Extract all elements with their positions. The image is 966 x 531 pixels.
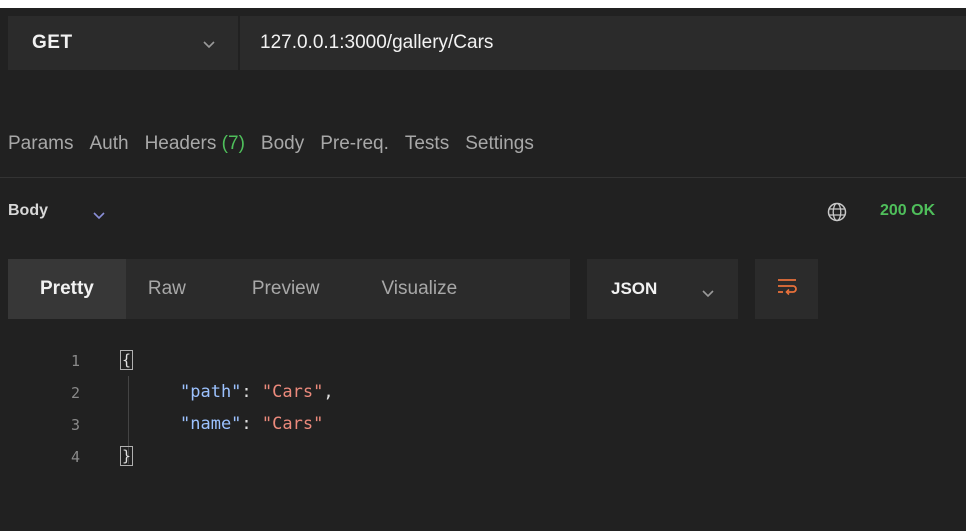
request-tabs: Params Auth Headers (7) Body Pre-req. Te… bbox=[0, 128, 534, 160]
json-value: "Cars" bbox=[261, 382, 324, 402]
view-tab-pretty[interactable]: Pretty bbox=[8, 259, 126, 319]
format-label: JSON bbox=[611, 279, 658, 298]
json-value: "Cars" bbox=[261, 414, 324, 434]
code-line: 1 { bbox=[0, 348, 966, 378]
method-select[interactable]: GET bbox=[8, 16, 240, 70]
code-line-text: "path": "Cars", bbox=[180, 382, 334, 402]
status-badge[interactable]: 200 OK bbox=[880, 202, 935, 220]
url-input[interactable]: 127.0.0.1:3000/gallery/Cars bbox=[260, 16, 493, 70]
view-tab-raw[interactable]: Raw bbox=[126, 259, 208, 319]
chevron-down-icon bbox=[701, 286, 715, 304]
format-select[interactable]: JSON bbox=[587, 259, 738, 319]
line-number: 3 bbox=[70, 416, 80, 434]
json-key: "name" bbox=[180, 414, 242, 434]
code-line-text: } bbox=[120, 446, 134, 466]
open-brace[interactable]: { bbox=[120, 350, 134, 370]
wrap-lines-icon bbox=[776, 277, 798, 302]
close-brace[interactable]: } bbox=[120, 446, 134, 466]
tab-headers-label: Headers bbox=[144, 133, 217, 154]
wrap-lines-button[interactable] bbox=[755, 259, 818, 319]
code-line: 4 } bbox=[0, 444, 966, 474]
chevron-down-icon bbox=[202, 37, 216, 55]
api-client-window: GET 127.0.0.1:3000/gallery/Cars Params A… bbox=[0, 8, 966, 531]
method-label: GET bbox=[32, 32, 73, 53]
tab-params[interactable]: Params bbox=[8, 133, 73, 155]
tab-body[interactable]: Body bbox=[261, 133, 304, 155]
response-section-select[interactable]: Body bbox=[8, 202, 48, 220]
tab-headers[interactable]: Headers (7) bbox=[145, 133, 245, 155]
view-tab-preview[interactable]: Preview bbox=[208, 259, 352, 319]
json-key: "path" bbox=[180, 382, 242, 402]
headers-count-badge: (7) bbox=[221, 133, 245, 154]
view-mode-tabs: Pretty Raw Preview Visualize bbox=[8, 259, 570, 319]
tab-tests[interactable]: Tests bbox=[405, 133, 449, 155]
code-line-text: "name": "Cars" bbox=[180, 414, 324, 434]
response-header: Body 200 OK bbox=[0, 198, 966, 228]
tab-pre-request[interactable]: Pre-req. bbox=[320, 133, 389, 155]
tab-settings[interactable]: Settings bbox=[465, 133, 534, 155]
chevron-down-icon[interactable] bbox=[92, 208, 106, 226]
code-line-text: { bbox=[120, 350, 134, 370]
line-number: 1 bbox=[70, 352, 80, 370]
line-number: 2 bbox=[70, 384, 80, 402]
code-line: 2 "path": "Cars", bbox=[0, 380, 966, 410]
section-divider bbox=[0, 177, 966, 178]
tab-auth[interactable]: Auth bbox=[89, 133, 128, 155]
globe-icon[interactable] bbox=[826, 201, 848, 228]
code-line: 3 "name": "Cars" bbox=[0, 412, 966, 442]
view-tab-visualize[interactable]: Visualize bbox=[351, 259, 479, 319]
line-number: 4 bbox=[70, 448, 80, 466]
request-url-bar: GET 127.0.0.1:3000/gallery/Cars bbox=[8, 16, 966, 70]
